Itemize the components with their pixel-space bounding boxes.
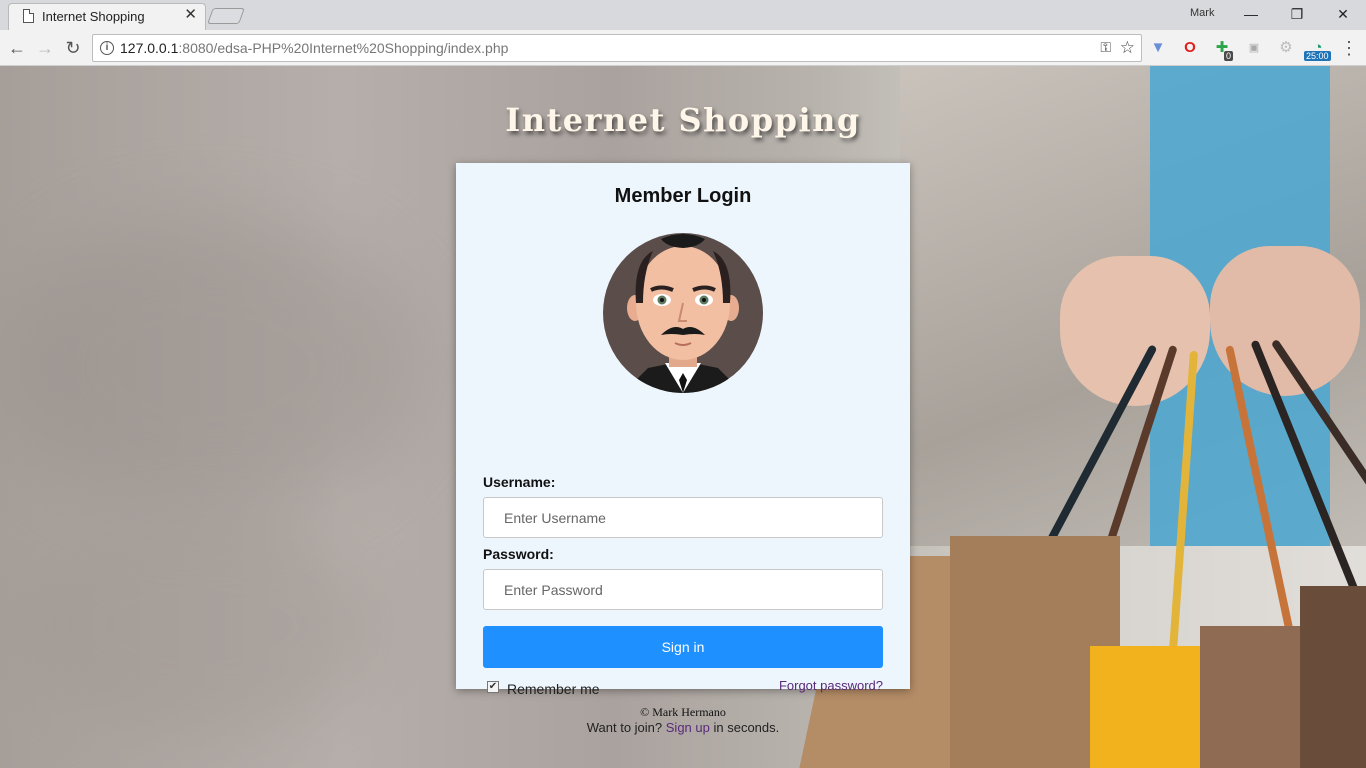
new-tab-button[interactable] [207, 8, 245, 24]
tab-title: Internet Shopping [42, 9, 145, 24]
extension-opera-icon[interactable]: O [1180, 38, 1200, 58]
reload-icon[interactable]: ↻ [62, 37, 84, 59]
forward-icon[interactable]: → [34, 37, 56, 59]
browser-toolbar: ← → ↻ i 127.0.0.1:8080/edsa-PHP%20Intern… [0, 30, 1366, 66]
copyright-footer: © Mark Hermano [640, 705, 726, 719]
close-tab-icon[interactable]: ✕ [184, 7, 197, 23]
extension-green-badge: 0 [1224, 51, 1234, 61]
page-viewport: Internet Shopping Member Login Username:… [0, 66, 1366, 768]
background-blur [20, 516, 380, 736]
browser-titlebar: Internet Shopping ✕ Mark — ❐ ✕ [0, 0, 1366, 30]
browser-menu-icon[interactable]: ⋮ [1340, 38, 1358, 59]
avatar [603, 233, 763, 393]
minimize-icon[interactable]: — [1228, 3, 1274, 25]
login-title: Member Login [614, 185, 752, 207]
join-prefix-text: Want to join? [586, 720, 663, 735]
sign-in-button[interactable]: Sign in [483, 626, 883, 668]
page-icon [23, 9, 34, 23]
remember-me-label: Remember me [507, 681, 600, 697]
close-window-icon[interactable]: ✕ [1320, 3, 1366, 25]
info-icon[interactable]: i [100, 41, 114, 55]
username-input[interactable] [483, 497, 883, 538]
extension-settings-icon[interactable]: ⚙ [1276, 38, 1296, 58]
join-suffix-text: in seconds. [713, 720, 780, 735]
forgot-password-link[interactable]: Forgot password? [779, 678, 883, 693]
password-input[interactable] [483, 569, 883, 610]
address-bar[interactable]: i 127.0.0.1:8080/edsa-PHP%20Internet%20S… [92, 34, 1142, 62]
bookmark-star-icon[interactable]: ☆ [1120, 38, 1135, 58]
shopping-bag [1300, 586, 1366, 768]
username-label: Username: [483, 474, 556, 490]
signup-prompt: Want to join? Sign up in seconds. [456, 720, 910, 735]
login-form: Member Login Username: Enter Username Pa… [456, 163, 910, 735]
back-icon[interactable]: ← [6, 37, 28, 59]
browser-tab[interactable]: Internet Shopping ✕ [8, 3, 206, 30]
extension-vpn-icon[interactable]: ▼ [1148, 38, 1168, 58]
key-icon[interactable]: ⚿ [1100, 39, 1111, 56]
site-title: Internet Shopping [505, 101, 861, 139]
sign-up-link[interactable]: Sign up [666, 720, 710, 735]
avatar-illustration [623, 234, 743, 393]
password-label: Password: [483, 546, 554, 562]
restore-icon[interactable]: ❐ [1274, 3, 1320, 25]
background-blur [0, 216, 420, 516]
extension-timer-badge: 25:00 [1304, 51, 1331, 61]
profile-name[interactable]: Mark [1190, 7, 1214, 19]
remember-me-checkbox[interactable]: ✔ [487, 681, 499, 693]
url-text[interactable]: 127.0.0.1:8080/edsa-PHP%20Internet%20Sho… [120, 40, 508, 56]
extension-css-icon[interactable]: ▣ [1244, 38, 1264, 58]
